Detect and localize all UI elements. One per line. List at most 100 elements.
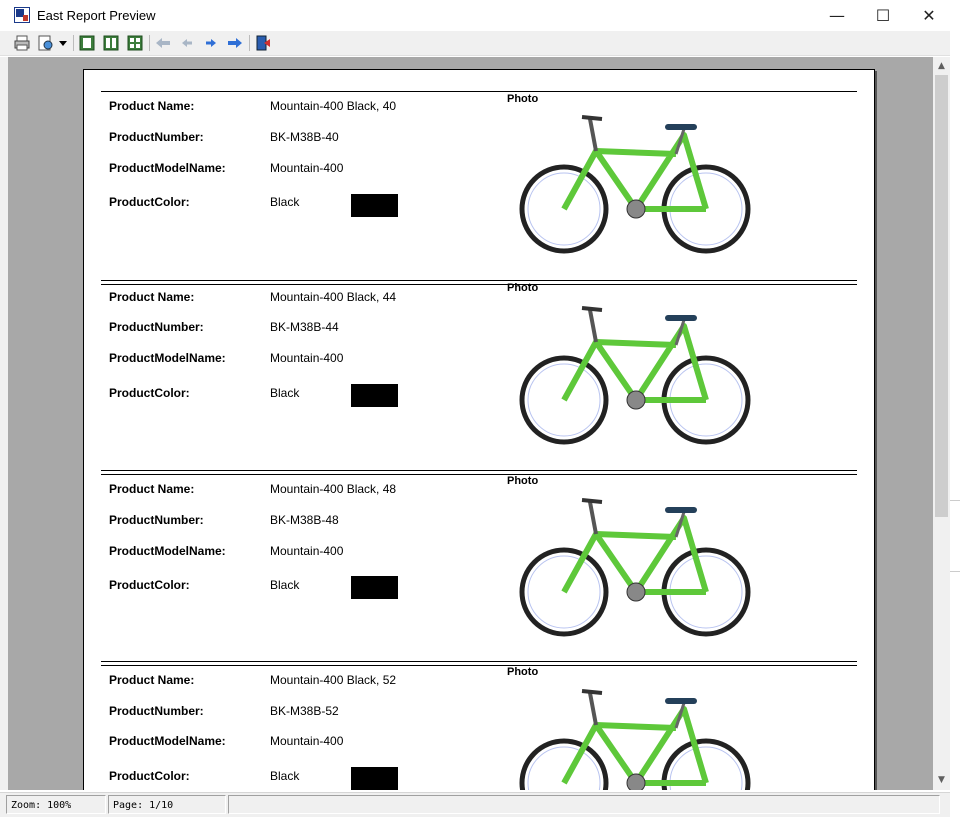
exit-button[interactable] <box>254 34 272 52</box>
report-page: Product Name: Mountain-400 Black, 40 Pro… <box>83 69 875 790</box>
product-model-value: Mountain-400 <box>270 351 344 365</box>
color-swatch <box>351 767 398 790</box>
app-icon <box>14 7 30 23</box>
record-separator <box>101 91 857 92</box>
background-window-edge <box>950 500 960 572</box>
preview-viewport[interactable]: Product Name: Mountain-400 Black, 40 Pro… <box>8 57 933 790</box>
multi-page-icon <box>127 35 143 51</box>
previous-page-button[interactable] <box>178 34 196 52</box>
record-separator <box>101 284 857 285</box>
toolbar-separator <box>249 35 250 51</box>
color-swatch <box>351 384 398 407</box>
product-number-label: ProductNumber: <box>109 513 204 527</box>
product-color-value: Black <box>270 386 300 400</box>
zoom-status: Zoom: 100% <box>6 795 106 814</box>
product-model-value: Mountain-400 <box>270 734 344 748</box>
next-page-icon <box>206 39 216 47</box>
last-page-icon <box>228 38 242 48</box>
product-name-label: Product Name: <box>109 290 195 304</box>
product-name-value: Mountain-400 Black, 48 <box>270 482 397 496</box>
status-message <box>228 795 940 814</box>
chevron-down-icon: ▼ <box>938 774 945 785</box>
record-separator <box>101 661 857 662</box>
print-button[interactable] <box>13 34 31 52</box>
last-page-button[interactable] <box>226 34 244 52</box>
first-page-icon <box>156 38 170 48</box>
product-name-value: Mountain-400 Black, 40 <box>270 99 397 113</box>
product-name-value: Mountain-400 Black, 52 <box>270 673 397 687</box>
product-name-label: Product Name: <box>109 99 195 113</box>
photo-label: Photo <box>507 475 539 487</box>
single-page-button[interactable] <box>78 34 96 52</box>
color-swatch <box>351 194 398 217</box>
product-record: Product Name: Mountain-400 Black, 40 Pro… <box>101 91 857 281</box>
next-page-button[interactable] <box>202 34 220 52</box>
window-right-edge <box>950 31 960 824</box>
maximize-icon: ☐ <box>875 6 891 25</box>
toolbar <box>0 31 950 56</box>
product-color-label: ProductColor: <box>109 769 190 783</box>
product-color-label: ProductColor: <box>109 386 190 400</box>
product-number-value: BK-M38B-52 <box>270 704 339 718</box>
page-setup-icon <box>38 35 53 51</box>
first-page-button[interactable] <box>154 34 172 52</box>
product-record: Product Name: Mountain-400 Black, 48 Pro… <box>101 470 857 660</box>
product-color-label: ProductColor: <box>109 195 190 209</box>
scroll-down-button[interactable]: ▼ <box>933 771 950 788</box>
product-name-value: Mountain-400 Black, 44 <box>270 290 397 304</box>
multi-page-button[interactable] <box>126 34 144 52</box>
photo-label: Photo <box>507 93 539 105</box>
bike-photo <box>519 689 751 790</box>
record-separator <box>101 665 857 666</box>
single-page-icon <box>79 35 95 51</box>
product-number-label: ProductNumber: <box>109 130 204 144</box>
bike-photo <box>519 306 751 445</box>
photo-label: Photo <box>507 282 539 294</box>
product-number-value: BK-M38B-44 <box>270 320 339 334</box>
product-color-value: Black <box>270 769 300 783</box>
record-separator <box>101 280 857 281</box>
scroll-thumb[interactable] <box>935 75 948 517</box>
chevron-up-icon: ▲ <box>938 60 945 71</box>
vertical-scrollbar[interactable]: ▲ ▼ <box>933 57 950 790</box>
print-icon <box>14 35 30 51</box>
title-bar: East Report Preview — ☐ ✕ <box>0 0 960 31</box>
product-name-label: Product Name: <box>109 482 195 496</box>
product-color-value: Black <box>270 195 300 209</box>
window-title: East Report Preview <box>37 8 156 23</box>
product-number-value: BK-M38B-40 <box>270 130 339 144</box>
status-bar: Zoom: 100% Page: 1/10 <box>0 792 950 817</box>
product-model-label: ProductModelName: <box>109 544 226 558</box>
color-swatch <box>351 576 398 599</box>
maximize-button[interactable]: ☐ <box>860 0 906 31</box>
bike-photo <box>519 498 751 637</box>
close-icon: ✕ <box>922 6 936 25</box>
product-model-label: ProductModelName: <box>109 161 226 175</box>
two-page-icon <box>103 35 119 51</box>
product-name-label: Product Name: <box>109 673 195 687</box>
product-model-value: Mountain-400 <box>270 161 344 175</box>
page-setup-dropdown[interactable] <box>57 34 69 52</box>
product-color-value: Black <box>270 578 300 592</box>
toolbar-separator <box>149 35 150 51</box>
product-color-label: ProductColor: <box>109 578 190 592</box>
scroll-up-button[interactable]: ▲ <box>933 57 950 74</box>
previous-page-icon <box>182 39 192 47</box>
product-record: Product Name: Mountain-400 Black, 52 Pro… <box>101 661 857 790</box>
product-model-label: ProductModelName: <box>109 351 226 365</box>
bike-photo <box>519 115 751 254</box>
two-page-button[interactable] <box>102 34 120 52</box>
record-separator <box>101 474 857 475</box>
record-separator <box>101 470 857 471</box>
product-number-label: ProductNumber: <box>109 320 204 334</box>
product-model-value: Mountain-400 <box>270 544 344 558</box>
product-model-label: ProductModelName: <box>109 734 226 748</box>
dropdown-arrow-icon <box>59 41 67 46</box>
minimize-icon: — <box>829 6 845 25</box>
page-setup-button[interactable] <box>37 34 55 52</box>
viewport-left-border <box>0 57 8 790</box>
photo-label: Photo <box>507 666 539 678</box>
close-button[interactable]: ✕ <box>906 0 952 31</box>
product-record: Product Name: Mountain-400 Black, 44 Pro… <box>101 280 857 470</box>
minimize-button[interactable]: — <box>814 0 860 31</box>
